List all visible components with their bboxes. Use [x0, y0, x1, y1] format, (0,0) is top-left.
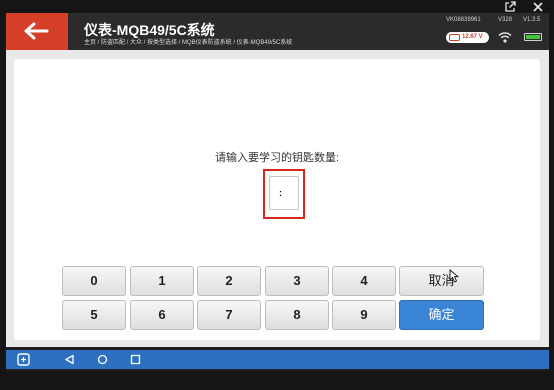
arrow-left-icon	[24, 22, 49, 40]
breadcrumb: 主页 / 防盗匹配 / 大众 / 按类型选择 / MQB仪表防盗系统 / 仪表-…	[84, 40, 293, 46]
wifi-icon	[498, 32, 512, 43]
key-0-button[interactable]: 0	[62, 266, 126, 296]
app-switch-icon[interactable]	[17, 353, 30, 366]
voltage-badge: 12.67 V	[446, 32, 489, 43]
key-8-button[interactable]: 8	[265, 300, 329, 330]
input-highlight-box: :	[263, 169, 305, 219]
app-frame: 仪表-MQB49/5C系统 主页 / 防盗匹配 / 大众 / 按类型选择 / M…	[0, 0, 554, 390]
input-value: :	[279, 188, 282, 198]
battery-icon	[524, 33, 542, 41]
home-circle-icon[interactable]	[97, 354, 108, 365]
key-3-button[interactable]: 3	[265, 266, 329, 296]
key-1-button[interactable]: 1	[130, 266, 194, 296]
vin-label: VK08839961	[446, 17, 481, 23]
window-controls	[504, 1, 548, 13]
confirm-button[interactable]: 确定	[399, 300, 484, 330]
version-label-a: V328	[498, 17, 513, 23]
key-7-button[interactable]: 7	[197, 300, 261, 330]
recents-square-icon[interactable]	[130, 354, 141, 365]
version-label-b: V1.3.5	[523, 17, 541, 23]
top-bar: 仪表-MQB49/5C系统 主页 / 防盗匹配 / 大众 / 按类型选择 / M…	[6, 13, 549, 50]
back-triangle-icon[interactable]	[64, 354, 75, 365]
key-count-card: 请输入要学习的钥匙数量: : 0 1 2 3 4 取消 5 6 7 8 9 确定	[14, 59, 540, 340]
key-5-button[interactable]: 5	[62, 300, 126, 330]
key-count-prompt: 请输入要学习的钥匙数量:	[214, 152, 340, 164]
system-nav-bar	[6, 350, 549, 369]
key-count-input[interactable]: :	[269, 176, 299, 210]
key-9-button[interactable]: 9	[332, 300, 396, 330]
mouse-cursor-icon	[449, 269, 459, 283]
main-content: 请输入要学习的钥匙数量: : 0 1 2 3 4 取消 5 6 7 8 9 确定	[6, 50, 549, 347]
cancel-button[interactable]: 取消	[399, 266, 484, 296]
external-link-icon[interactable]	[504, 1, 516, 13]
car-battery-icon	[449, 34, 460, 41]
close-icon[interactable]	[532, 1, 544, 13]
key-4-button[interactable]: 4	[332, 266, 396, 296]
voltage-value: 12.67 V	[462, 34, 483, 40]
key-6-button[interactable]: 6	[130, 300, 194, 330]
key-2-button[interactable]: 2	[197, 266, 261, 296]
back-button[interactable]	[6, 13, 68, 50]
